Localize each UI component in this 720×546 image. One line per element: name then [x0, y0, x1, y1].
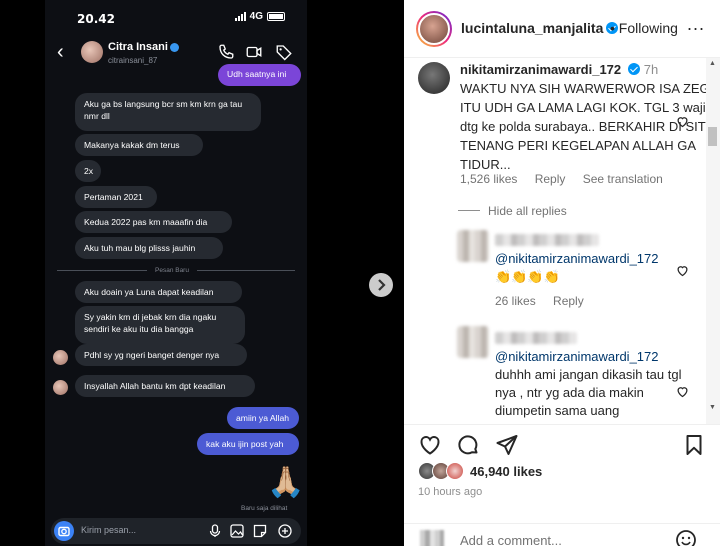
reply-avatar-blurred[interactable]: [457, 230, 489, 262]
reply-like-icon[interactable]: [675, 384, 690, 399]
gallery-icon: [230, 524, 244, 538]
comments-list[interactable]: nikitamirzanimawardi_172 7h WAKTU NYA SI…: [404, 58, 720, 424]
reply-text: duhhh ami jangan dikasih tau tgl nya , n…: [495, 367, 682, 418]
hide-replies-button[interactable]: Hide all replies: [488, 204, 567, 218]
message-incoming: Kedua 2022 pas km maaafin dia: [75, 211, 232, 233]
sticker-icon: [253, 524, 267, 538]
reply-avatar-blurred[interactable]: [457, 326, 489, 358]
comment-icon[interactable]: [456, 433, 480, 457]
phone-call-icon: [219, 44, 234, 59]
author-username[interactable]: lucintaluna_manjalita: [461, 20, 619, 36]
compose-placeholder: Kirim pesan...: [81, 525, 137, 535]
hide-replies-line: [458, 210, 480, 211]
message-outgoing: kak aku ijin post yah: [197, 433, 299, 455]
message-incoming: Aku doain ya Luna dapat keadilan: [75, 281, 242, 303]
message-incoming: Pdhl sy yg ngeri banget denger nya: [75, 344, 247, 366]
battery-icon: [267, 12, 285, 21]
contact-name: Citra Insani: [108, 41, 179, 53]
comment-like-icon[interactable]: [675, 114, 690, 129]
reply-text: 👏👏👏👏: [495, 269, 560, 284]
bookmark-icon[interactable]: [682, 433, 706, 457]
reply-meta: 26 likes Reply: [495, 294, 598, 308]
liker-avatar: [446, 462, 464, 480]
post-header: lucintaluna_manjalita • Following ...: [404, 0, 720, 58]
reply-body: @nikitamirzanimawardi_172 👏👏👏👏: [495, 250, 658, 286]
message-incoming: Aku tuh mau blg plisss jauhin: [75, 237, 223, 259]
comment-time: 7h: [643, 62, 659, 77]
current-user-avatar-blurred: [420, 530, 444, 546]
share-icon[interactable]: [495, 433, 519, 457]
message-incoming: Pertaman 2021: [75, 186, 157, 208]
dm-screenshot: 20.42 4G ‹ Citra Insani citrainsani_87 U…: [45, 0, 307, 546]
back-arrow-icon: ‹: [57, 41, 64, 63]
more-options-icon[interactable]: ...: [687, 14, 705, 35]
instagram-post-view: 20.42 4G ‹ Citra Insani citrainsani_87 U…: [0, 0, 720, 546]
comment-meta: 1,526 likes Reply See translation: [460, 172, 677, 186]
contact-avatar: [81, 41, 103, 63]
reply-like-icon[interactable]: [675, 263, 690, 278]
verified-icon: [627, 63, 640, 75]
heart-icon[interactable]: [418, 433, 442, 457]
message-composer: Kirim pesan...: [51, 518, 301, 544]
tag-icon: [276, 45, 292, 61]
reply-username-blurred: [495, 332, 577, 344]
commenter-username[interactable]: nikitamirzanimawardi_172: [460, 62, 640, 77]
new-messages-label: Pesan Baru: [155, 267, 189, 274]
status-indicators: 4G: [234, 11, 285, 22]
seen-status: Baru saja dilihat: [241, 505, 288, 512]
chevron-right-icon: [378, 279, 386, 291]
reply-likes[interactable]: 26 likes: [495, 294, 536, 308]
verified-icon: [169, 42, 179, 52]
reply-button[interactable]: Reply: [535, 172, 566, 186]
reply-button[interactable]: Reply: [553, 294, 584, 308]
message-incoming: Insyallah Allah bantu km dpt keadilan: [75, 375, 255, 397]
reply-body: @nikitamirzanimawardi_172 duhhh ami jang…: [495, 348, 685, 420]
message-incoming: Aku ga bs langsung bcr sm km krn ga tau …: [75, 93, 261, 131]
contact-avatar-small: [53, 350, 68, 365]
message-incoming: 2x: [75, 160, 101, 182]
video-call-icon: [246, 46, 262, 58]
message-incoming: Sy yakin km di jebak krn dia ngaku sendi…: [75, 306, 245, 344]
emoji-icon[interactable]: [674, 528, 698, 546]
scroll-down-icon[interactable]: ▼: [708, 404, 717, 411]
next-media-button[interactable]: [369, 273, 393, 297]
contact-avatar-small: [53, 380, 68, 395]
post-timestamp[interactable]: 10 hours ago: [418, 486, 482, 498]
comment-likes[interactable]: 1,526 likes: [460, 172, 517, 186]
reply-username-blurred: [495, 234, 599, 246]
post-actions: 46,940 likes 10 hours ago Add a comment.…: [404, 424, 720, 546]
new-messages-divider: [197, 270, 295, 271]
signal-icon: [234, 12, 246, 21]
author-avatar[interactable]: [416, 11, 452, 47]
scroll-up-icon[interactable]: ▲: [708, 60, 717, 67]
reply-mention[interactable]: @nikitamirzanimawardi_172: [495, 349, 658, 364]
likes-count[interactable]: 46,940 likes: [470, 464, 542, 479]
network-label: 4G: [249, 11, 263, 22]
add-comment-bar: Add a comment...: [404, 523, 720, 546]
reply-mention[interactable]: @nikitamirzanimawardi_172: [495, 251, 658, 266]
microphone-icon: [209, 524, 221, 537]
status-time: 20.42: [77, 12, 115, 26]
following-button[interactable]: • Following: [610, 20, 678, 36]
camera-icon: [54, 521, 74, 541]
commenter-avatar[interactable]: [418, 62, 450, 94]
add-comment-input[interactable]: Add a comment...: [460, 533, 562, 546]
message-outgoing: amiin ya Allah: [227, 407, 299, 429]
message-outgoing: Udh saatnya ini: [218, 64, 301, 86]
pray-emoji: 🙏🏼: [267, 466, 305, 499]
message-incoming: Makanya kakak dm terus: [75, 134, 203, 156]
contact-handle: citrainsani_87: [108, 56, 158, 65]
add-icon: [278, 524, 292, 538]
new-messages-divider: [57, 270, 147, 271]
post-details-panel: lucintaluna_manjalita • Following ... ni…: [404, 0, 720, 546]
post-media: 20.42 4G ‹ Citra Insani citrainsani_87 U…: [0, 0, 404, 546]
scrollbar-thumb[interactable]: [708, 127, 717, 146]
comments-scrollbar[interactable]: [706, 58, 720, 424]
phone-status-bar: 20.42 4G: [45, 0, 307, 34]
see-translation-button[interactable]: See translation: [583, 172, 663, 186]
